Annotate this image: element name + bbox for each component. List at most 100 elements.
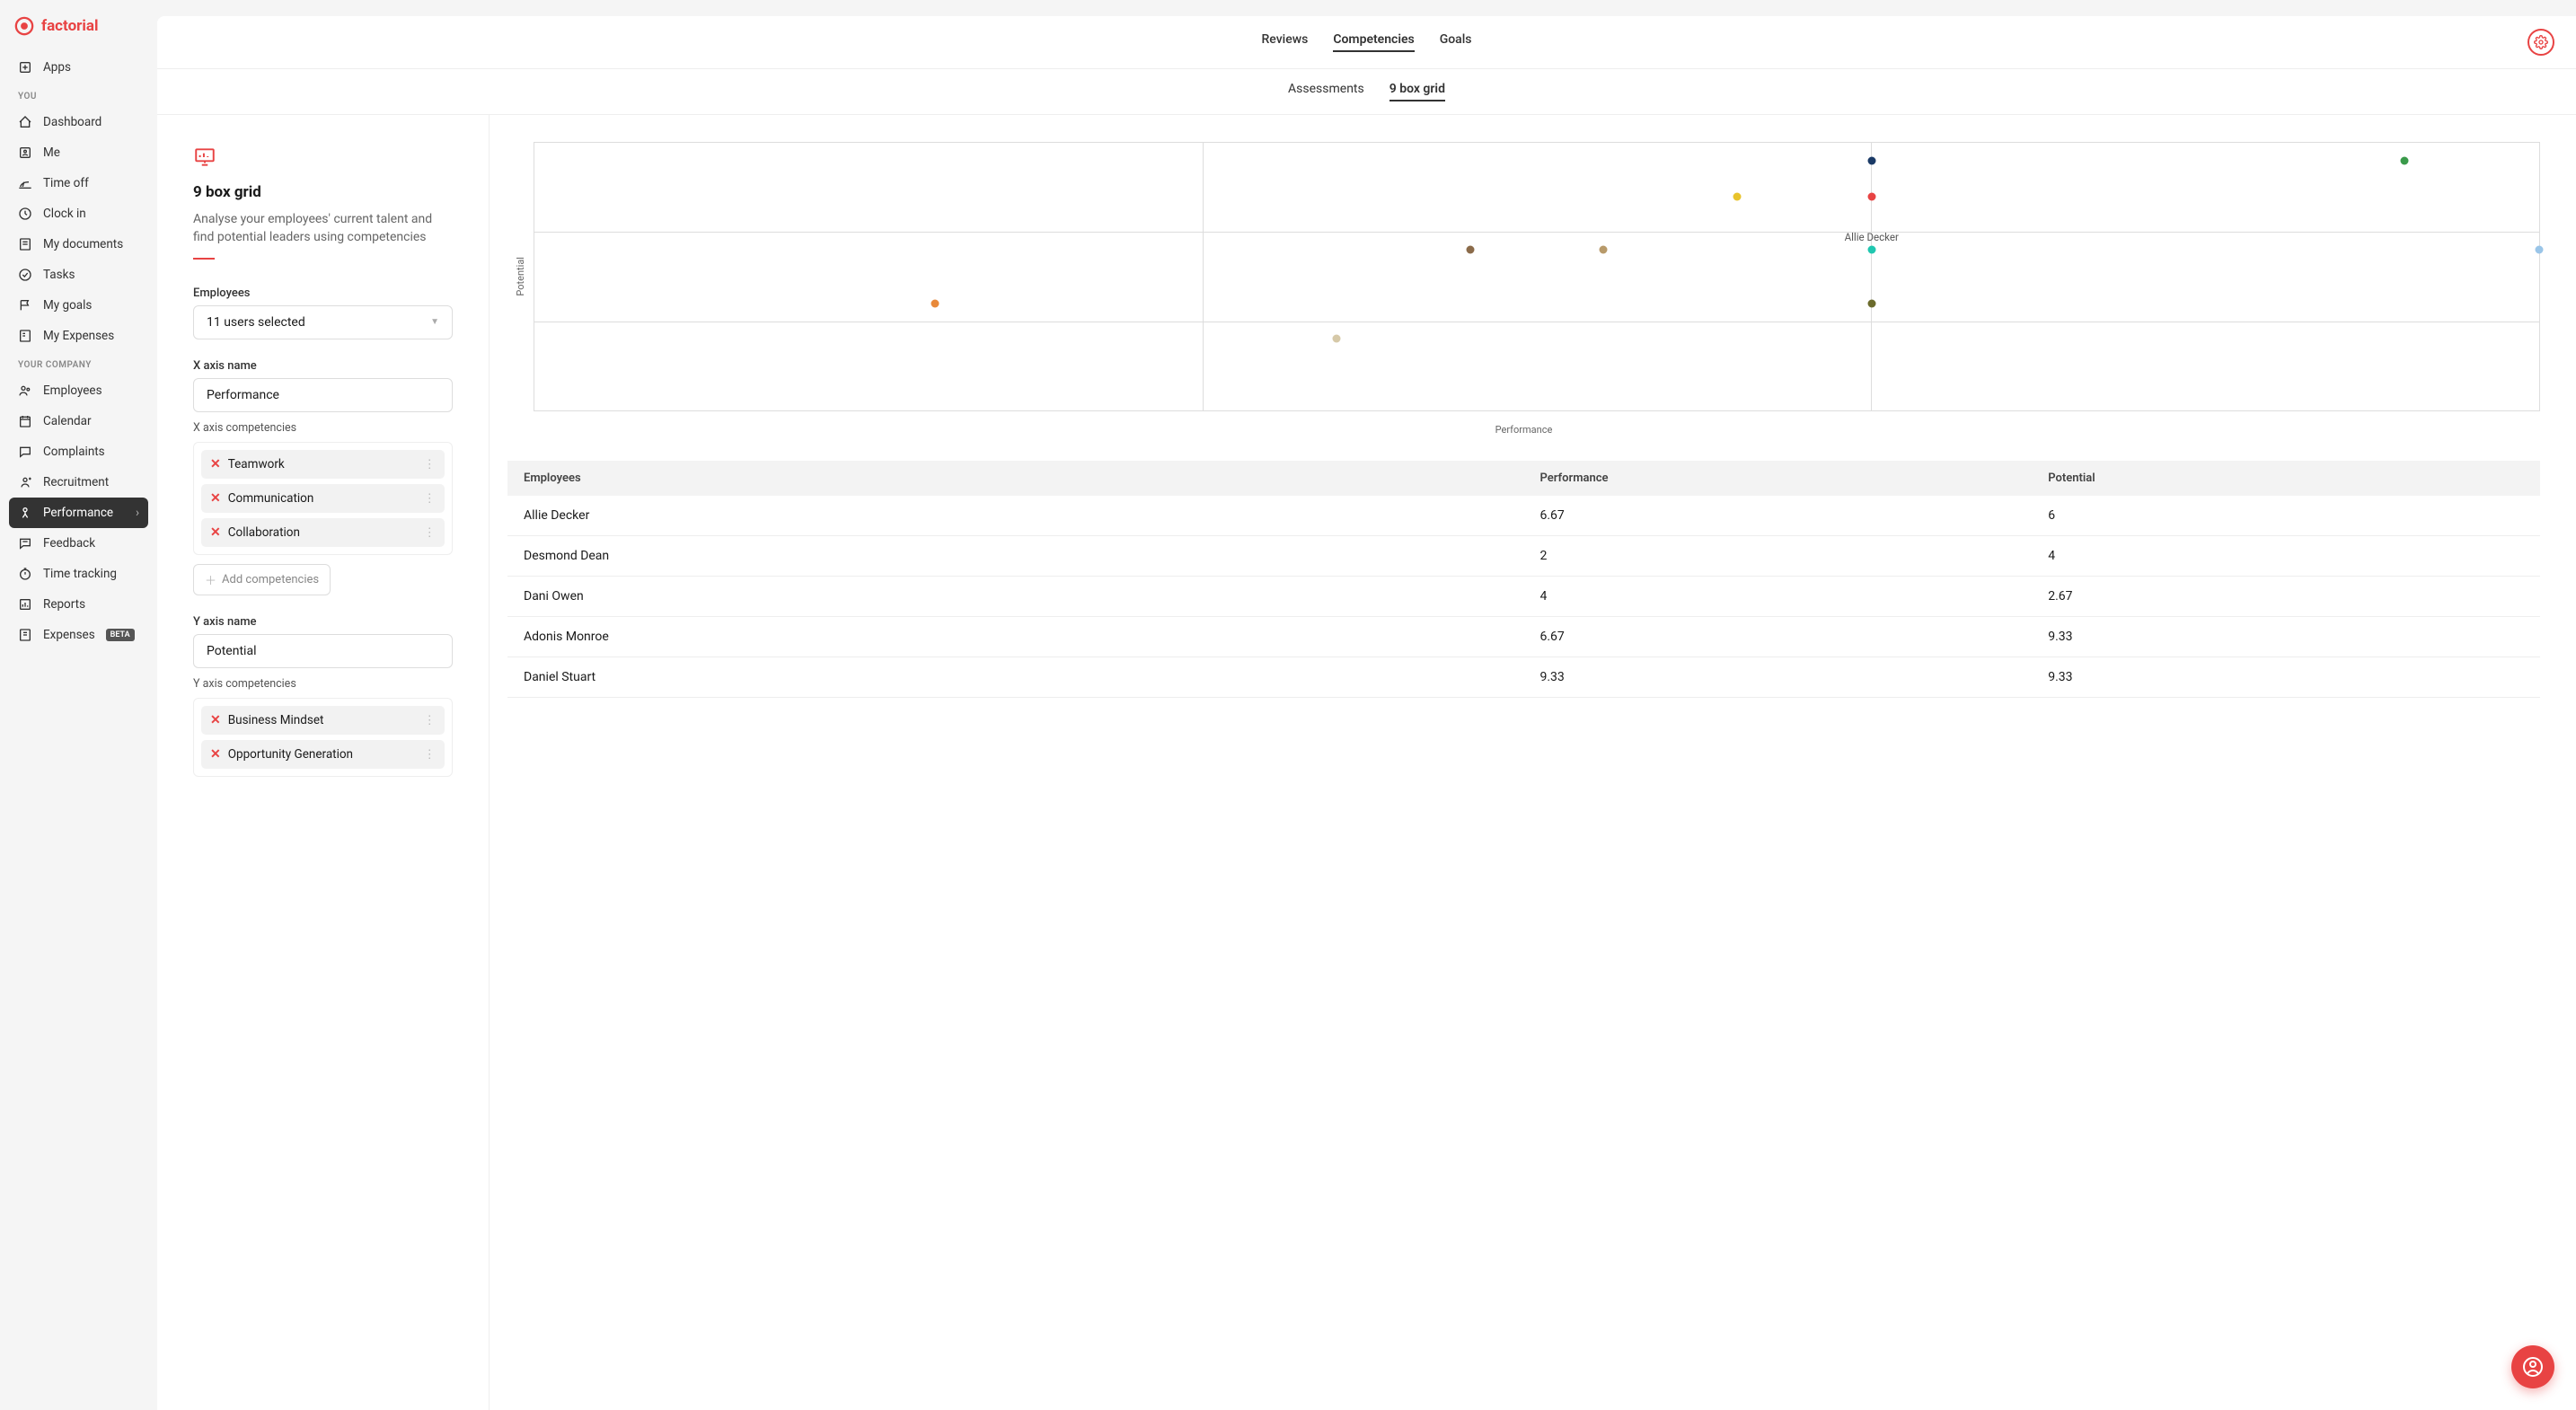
remove-icon[interactable]: ✕: [210, 713, 221, 727]
recruitment-icon: [18, 475, 32, 489]
cell-performance: 2: [1524, 536, 2033, 577]
nav-label: Calendar: [43, 414, 92, 428]
nav-label: My Expenses: [43, 329, 114, 343]
remove-icon[interactable]: ✕: [210, 491, 221, 506]
nav-label: Me: [43, 145, 60, 160]
sidebar-item-recruitment[interactable]: Recruitment: [0, 467, 157, 498]
x-axis-label: Performance: [507, 411, 2540, 461]
table-row[interactable]: Dani Owen42.67: [507, 577, 2540, 617]
sidebar-item-employees[interactable]: Employees: [0, 375, 157, 406]
remove-icon[interactable]: ✕: [210, 457, 221, 471]
chip-label: Business Mindset: [228, 713, 324, 727]
scatter-dot[interactable]: [1867, 246, 1875, 254]
table-row[interactable]: Desmond Dean24: [507, 536, 2540, 577]
subtab-assessments[interactable]: Assessments: [1288, 82, 1364, 101]
nav-label: Performance: [43, 506, 113, 520]
x-axis-name-input[interactable]: Performance: [193, 378, 453, 412]
scatter-dot[interactable]: [1867, 192, 1875, 200]
tab-competencies[interactable]: Competencies: [1333, 32, 1414, 52]
nav-label: Time tracking: [43, 567, 117, 581]
drag-handle-icon[interactable]: ⋮: [424, 457, 437, 471]
topbar: Reviews Competencies Goals: [157, 16, 2576, 69]
feedback-icon: [18, 536, 32, 551]
chart-area: Potential Allie Decker Performance Emplo…: [490, 115, 2576, 1410]
sidebar-item-expenses[interactable]: ExpensesBETA: [0, 620, 157, 650]
subtab-9-box-grid[interactable]: 9 box grid: [1389, 82, 1445, 101]
tab-reviews[interactable]: Reviews: [1261, 32, 1308, 52]
scatter-dot[interactable]: [1867, 156, 1875, 164]
add-x-competency-button[interactable]: ＋ Add competencies: [193, 564, 331, 595]
chip-label: Opportunity Generation: [228, 747, 353, 762]
scatter-dot[interactable]: [1467, 246, 1475, 254]
cell-name: Daniel Stuart: [507, 657, 1524, 698]
x-axis-name-label: X axis name: [193, 359, 453, 373]
nine-box-grid: Allie Decker: [534, 142, 2540, 411]
sidebar-item-performance[interactable]: Performance›: [9, 498, 148, 528]
employees-icon: [18, 383, 32, 398]
sidebar-item-time-tracking[interactable]: Time tracking: [0, 559, 157, 589]
sidebar-item-tasks[interactable]: Tasks: [0, 260, 157, 290]
scatter-dot[interactable]: [1867, 299, 1875, 307]
main-panel: Reviews Competencies Goals Assessments 9 bo…: [157, 16, 2576, 1410]
brand-logo[interactable]: factorial: [0, 16, 157, 52]
time-tracking-icon: [18, 567, 32, 581]
sidebar-item-my-documents[interactable]: My documents: [0, 229, 157, 260]
time-off-icon: [18, 176, 32, 190]
scatter-dot[interactable]: [2401, 156, 2409, 164]
panel-description: Analyse your employees' current talent a…: [193, 210, 453, 247]
person-icon: [2522, 1356, 2544, 1378]
sidebar-item-clock-in[interactable]: Clock in: [0, 198, 157, 229]
my-documents-icon: [18, 237, 32, 251]
settings-button[interactable]: [2527, 29, 2554, 56]
drag-handle-icon[interactable]: ⋮: [424, 491, 437, 506]
help-fab[interactable]: [2511, 1345, 2554, 1388]
cell-name: Desmond Dean: [507, 536, 1524, 577]
nav-label: Reports: [43, 597, 85, 612]
nav-label: My documents: [43, 237, 123, 251]
sidebar-item-dashboard[interactable]: Dashboard: [0, 107, 157, 137]
sidebar-item-feedback[interactable]: Feedback: [0, 528, 157, 559]
table-row[interactable]: Allie Decker6.676: [507, 496, 2540, 536]
dashboard-icon: [18, 115, 32, 129]
drag-handle-icon[interactable]: ⋮: [424, 747, 437, 762]
nav-label: Dashboard: [43, 115, 101, 129]
drag-handle-icon[interactable]: ⋮: [424, 713, 437, 727]
scatter-dot[interactable]: [931, 299, 940, 307]
scatter-dot[interactable]: [2536, 246, 2544, 254]
apps-icon: [18, 60, 32, 75]
tab-goals[interactable]: Goals: [1440, 32, 1472, 52]
sidebar-item-apps[interactable]: Apps: [0, 52, 157, 83]
nav-label: Recruitment: [43, 475, 109, 489]
cell-potential: 6: [2032, 496, 2540, 536]
th-potential: Potential: [2032, 461, 2540, 496]
beta-badge: BETA: [106, 629, 135, 641]
x-competencies-label: X axis competencies: [193, 421, 453, 435]
remove-icon[interactable]: ✕: [210, 525, 221, 540]
sidebar-item-calendar[interactable]: Calendar: [0, 406, 157, 436]
config-panel: 9 box grid Analyse your employees' curre…: [157, 115, 490, 1410]
sidebar-item-time-off[interactable]: Time off: [0, 168, 157, 198]
y-competencies-label: Y axis competencies: [193, 677, 453, 691]
sidebar-item-my-expenses[interactable]: My Expenses: [0, 321, 157, 351]
y-axis-name-input[interactable]: Potential: [193, 634, 453, 668]
sidebar-item-reports[interactable]: Reports: [0, 589, 157, 620]
cell-name: Allie Decker: [507, 496, 1524, 536]
employees-select[interactable]: 11 users selected ▼: [193, 305, 453, 339]
cell-performance: 9.33: [1524, 657, 2033, 698]
plus-icon: ＋: [205, 571, 216, 588]
drag-handle-icon[interactable]: ⋮: [424, 525, 437, 540]
table-row[interactable]: Adonis Monroe6.679.33: [507, 617, 2540, 657]
primary-tabs: Reviews Competencies Goals: [1261, 32, 1471, 52]
scatter-dot[interactable]: [1734, 192, 1742, 200]
sidebar-item-complaints[interactable]: Complaints: [0, 436, 157, 467]
nav-label: Apps: [43, 60, 71, 75]
table-row[interactable]: Daniel Stuart9.339.33: [507, 657, 2540, 698]
remove-icon[interactable]: ✕: [210, 747, 221, 762]
scatter-dot[interactable]: [1332, 335, 1340, 343]
sidebar-item-my-goals[interactable]: My goals: [0, 290, 157, 321]
employees-label: Employees: [193, 286, 453, 300]
section-label-company: YOUR COMPANY: [0, 351, 157, 375]
sidebar-item-me[interactable]: Me: [0, 137, 157, 168]
scatter-dot[interactable]: [1599, 246, 1607, 254]
section-label-you: YOU: [0, 83, 157, 107]
